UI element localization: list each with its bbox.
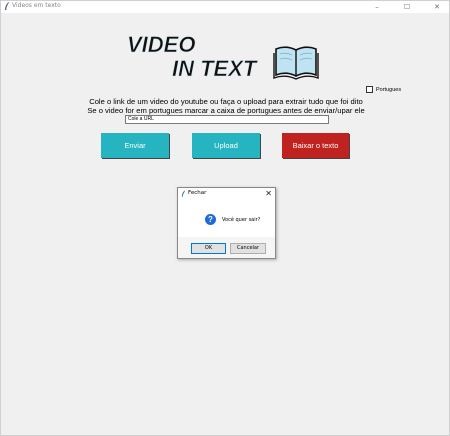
portuguese-checkbox[interactable]: Portugues	[366, 86, 401, 93]
dialog-title-bar: Fechar ✕	[178, 188, 275, 199]
checkbox-box[interactable]	[366, 86, 373, 93]
exit-dialog: Fechar ✕ ? Você quer sair? OK Cancelar	[177, 187, 276, 259]
logo-line1: VIDEO	[127, 32, 195, 57]
logo-line2: IN TEXT	[172, 56, 258, 81]
cancel-button[interactable]: Cancelar	[230, 243, 266, 254]
window-title: Videos em texto	[12, 2, 61, 9]
url-input[interactable]: Cole a URL	[125, 115, 329, 124]
book-icon	[273, 46, 319, 80]
question-icon: ?	[205, 214, 216, 225]
dialog-message: Você quer sair?	[222, 217, 261, 223]
dialog-close-button[interactable]: ✕	[265, 188, 272, 199]
dialog-title: Fechar	[188, 190, 207, 196]
minimize-button[interactable]: –	[367, 1, 387, 13]
title-bar: Videos em texto – ☐ ✕	[1, 1, 449, 13]
instructions-line2: Se o video for em portugues marcar a cai…	[87, 106, 365, 115]
ok-button[interactable]: OK	[191, 243, 226, 254]
feather-icon	[181, 190, 186, 197]
upload-button[interactable]: Upload	[192, 133, 260, 158]
video-in-text-logo: VIDEO IN TEXT	[127, 32, 319, 81]
instructions: Cole o link de um video do youtube ou fa…	[81, 97, 371, 115]
close-button[interactable]: ✕	[427, 1, 447, 13]
portuguese-checkbox-label: Portugues	[376, 86, 402, 93]
download-text-button[interactable]: Baixar o texto	[282, 133, 349, 158]
maximize-button[interactable]: ☐	[397, 1, 417, 13]
send-button[interactable]: Enviar	[101, 133, 169, 158]
feather-icon	[5, 2, 10, 11]
instructions-line1: Cole o link de um video do youtube ou fa…	[89, 97, 363, 106]
